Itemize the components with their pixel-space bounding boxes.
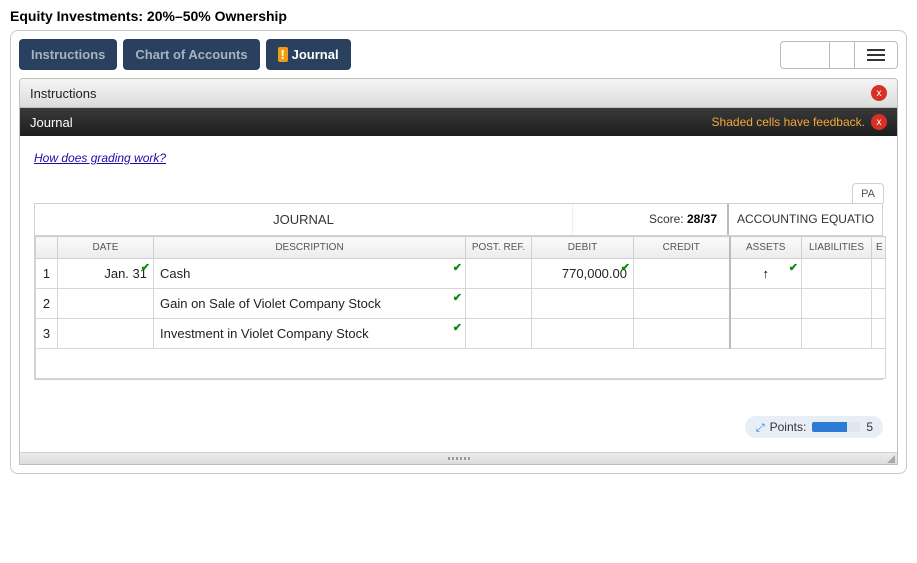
points-bar-wrap: ⤡ Points: 5 [34, 416, 883, 438]
score-display: Score: 28/37 [572, 204, 727, 235]
assets-cell[interactable] [730, 289, 802, 319]
check-icon: ✔ [453, 261, 462, 274]
corner-grip-icon [887, 455, 895, 463]
tab-instructions[interactable]: Instructions [19, 39, 117, 70]
main-panel: Instructions Chart of Accounts ! Journal … [10, 30, 907, 474]
check-icon: ✔ [141, 261, 150, 274]
alert-icon: ! [278, 47, 288, 62]
debit-cell[interactable] [532, 289, 634, 319]
check-icon: ✔ [621, 261, 630, 274]
up-arrow-icon: ↑ [763, 266, 770, 281]
liabilities-cell[interactable] [802, 259, 872, 289]
score-value: 28/37 [687, 212, 717, 226]
date-cell[interactable] [58, 319, 154, 349]
row-number: 1 [36, 259, 58, 289]
eq-cell[interactable] [872, 259, 886, 289]
journal-table-wrap: JOURNAL Score: 28/37 ACCOUNTING EQUATIO [34, 203, 883, 380]
debit-cell[interactable] [532, 319, 634, 349]
date-cell[interactable]: Jan. 31✔ [58, 259, 154, 289]
spacer-row [36, 349, 886, 379]
description-cell[interactable]: Cash✔ [154, 259, 466, 289]
postref-cell[interactable] [466, 259, 532, 289]
assets-cell[interactable]: ↑✔ [730, 259, 802, 289]
postref-cell[interactable] [466, 289, 532, 319]
check-icon: ✔ [453, 321, 462, 334]
toolbar-slot-1[interactable] [781, 42, 829, 68]
check-icon: ✔ [789, 261, 798, 274]
row-number: 3 [36, 319, 58, 349]
row-number: 2 [36, 289, 58, 319]
expand-icon[interactable]: ⤡ [753, 423, 766, 432]
assets-cell[interactable] [730, 319, 802, 349]
description-cell[interactable]: Gain on Sale of Violet Company Stock✔ [154, 289, 466, 319]
resize-handle[interactable] [20, 452, 897, 464]
col-blank [36, 237, 58, 259]
col-date: DATE [58, 237, 154, 259]
page-title: Equity Investments: 20%–50% Ownership [10, 8, 907, 24]
grip-icon [448, 457, 470, 460]
close-icon[interactable]: x [871, 114, 887, 130]
liabilities-cell[interactable] [802, 289, 872, 319]
col-eq: E [872, 237, 886, 259]
col-assets: ASSETS [730, 237, 802, 259]
tab-journal-label: Journal [292, 47, 339, 62]
work-section: Instructions x Journal Shaded cells have… [19, 78, 898, 465]
right-tab-strip: PA [34, 183, 883, 203]
close-icon[interactable]: x [871, 85, 887, 101]
points-trail: 5 [866, 420, 873, 434]
feedback-note-text: Shaded cells have feedback. [712, 115, 865, 129]
table-row: 3 Investment in Violet Company Stock✔ [36, 319, 886, 349]
credit-cell[interactable] [634, 259, 730, 289]
col-credit: CREDIT [634, 237, 730, 259]
col-postref: POST. REF. [466, 237, 532, 259]
postref-cell[interactable] [466, 319, 532, 349]
date-cell[interactable] [58, 289, 154, 319]
table-row: 2 Gain on Sale of Violet Company Stock✔ [36, 289, 886, 319]
journal-subheader: Journal Shaded cells have feedback. x [20, 108, 897, 136]
tab-chart-of-accounts[interactable]: Chart of Accounts [123, 39, 259, 70]
points-label: Points: [770, 420, 807, 434]
hamburger-icon [867, 49, 885, 61]
col-debit: DEBIT [532, 237, 634, 259]
col-liabilities: LIABILITIES [802, 237, 872, 259]
journal-subheader-label: Journal [30, 115, 73, 130]
points-progress [812, 422, 860, 432]
instructions-header-label: Instructions [30, 86, 96, 101]
score-label: Score: [649, 212, 684, 226]
journal-title-label: JOURNAL [35, 204, 572, 235]
journal-table-header: JOURNAL Score: 28/37 ACCOUNTING EQUATIO [35, 204, 882, 236]
eq-cell[interactable] [872, 289, 886, 319]
tab-journal[interactable]: ! Journal [266, 39, 351, 70]
credit-cell[interactable] [634, 289, 730, 319]
check-icon: ✔ [453, 291, 462, 304]
content-area: How does grading work? PA JOURNAL Score:… [20, 136, 897, 452]
grading-link[interactable]: How does grading work? [34, 151, 166, 165]
debit-cell[interactable]: 770,000.00✔ [532, 259, 634, 289]
table-row: 1 Jan. 31✔ Cash✔ 770,000.00✔ ↑✔ [36, 259, 886, 289]
journal-tbody: 1 Jan. 31✔ Cash✔ 770,000.00✔ ↑✔ 2 [36, 259, 886, 379]
instructions-header: Instructions x [20, 79, 897, 108]
credit-cell[interactable] [634, 319, 730, 349]
pa-tab[interactable]: PA [852, 183, 884, 203]
description-cell[interactable]: Investment in Violet Company Stock✔ [154, 319, 466, 349]
eq-cell[interactable] [872, 319, 886, 349]
toolbar-right [780, 41, 898, 69]
points-bar: ⤡ Points: 5 [745, 416, 883, 438]
journal-table: DATE DESCRIPTION POST. REF. DEBIT CREDIT… [35, 236, 886, 379]
accounting-equation-label: ACCOUNTING EQUATIO [727, 204, 882, 235]
progress-fill [812, 422, 847, 432]
feedback-note: Shaded cells have feedback. x [712, 114, 887, 130]
toolbar-slot-2[interactable] [829, 42, 854, 68]
spacer-cell [36, 349, 886, 379]
col-description: DESCRIPTION [154, 237, 466, 259]
liabilities-cell[interactable] [802, 319, 872, 349]
menu-button[interactable] [854, 42, 897, 68]
tab-bar: Instructions Chart of Accounts ! Journal [19, 39, 898, 70]
